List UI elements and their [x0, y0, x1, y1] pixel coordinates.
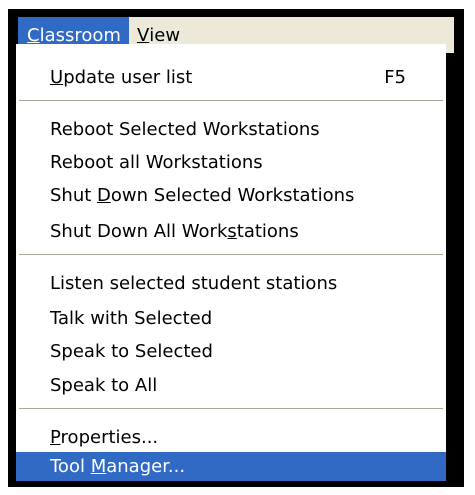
menu-separator [19, 408, 443, 410]
classroom-dropdown-menu: Update user list F5 Reboot Selected Work… [16, 44, 446, 481]
menu-item-reboot-all[interactable]: Reboot all Workstations [16, 147, 446, 177]
menu-separator [19, 100, 443, 102]
menu-item-label: Reboot Selected Workstations [50, 118, 320, 140]
menu-item-talk-selected[interactable]: Talk with Selected [16, 303, 446, 333]
menu-item-label: Update user list [50, 66, 193, 88]
menu-item-label: Shut Down All Workstations [50, 220, 299, 242]
menu-item-label: Speak to All [50, 374, 158, 396]
menu-item-label: Properties... [50, 426, 159, 448]
menu-item-tool-manager[interactable]: Tool Manager... [16, 452, 446, 481]
access-key: V [136, 24, 150, 46]
access-key: C [27, 24, 40, 46]
menu-item-update-user-list[interactable]: Update user list F5 [16, 62, 446, 92]
menu-item-speak-selected[interactable]: Speak to Selected [16, 336, 446, 366]
menu-item-shut-down-selected[interactable]: Shut Down Selected Workstations [16, 180, 446, 210]
menu-item-label: Tool Manager... [50, 456, 186, 477]
menu-item-listen-selected[interactable]: Listen selected student stations [16, 268, 446, 298]
menu-separator [19, 254, 443, 256]
menu-item-speak-all[interactable]: Speak to All [16, 370, 446, 400]
menu-item-label: Reboot all Workstations [50, 151, 263, 173]
menu-item-label: Talk with Selected [50, 307, 213, 329]
menu-item-shut-down-all[interactable]: Shut Down All Workstations [16, 216, 446, 246]
menu-item-label: Listen selected student stations [50, 272, 338, 294]
menu-item-properties[interactable]: Properties... [16, 422, 446, 452]
menu-item-reboot-selected[interactable]: Reboot Selected Workstations [16, 114, 446, 144]
shortcut-label: F5 [384, 66, 406, 88]
menu-item-label: Speak to Selected [50, 340, 213, 362]
menu-item-label: Shut Down Selected Workstations [50, 184, 355, 206]
